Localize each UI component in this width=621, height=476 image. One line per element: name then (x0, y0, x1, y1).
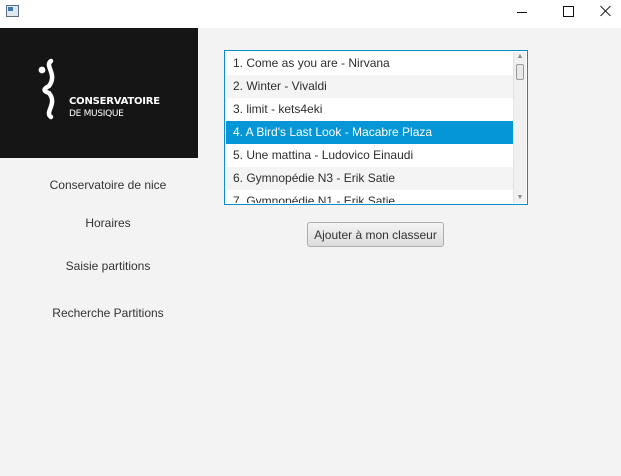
logo-subtitle: DE MUSIQUE (69, 109, 124, 119)
close-button[interactable] (591, 0, 621, 28)
nav-horaires[interactable]: Horaires (0, 214, 216, 232)
playlist-listview[interactable]: 1. Come as you are - Nirvana 2. Winter -… (224, 50, 528, 205)
playlist-item[interactable]: 5. Une mattina - Ludovico Einaudi (226, 144, 514, 167)
scroll-down-arrow-icon[interactable]: ▼ (514, 193, 526, 203)
nav-saisie-partitions[interactable]: Saisie partitions (0, 257, 216, 275)
minimize-button[interactable] (499, 0, 545, 28)
playlist-item[interactable]: 7. Gymnopédie N1 - Erik Satie (226, 190, 514, 203)
conservatoire-logo: CONSERVATOIRE DE MUSIQUE (0, 28, 198, 158)
minimize-icon (517, 11, 527, 13)
nav-recherche-partitions[interactable]: Recherche Partitions (0, 304, 216, 322)
scroll-up-arrow-icon[interactable]: ▲ (514, 52, 526, 62)
playlist-item[interactable]: 3. limit - kets4eki (226, 98, 514, 121)
playlist-item-selected[interactable]: 4. A Bird's Last Look - Macabre Plaza (226, 121, 514, 144)
title-bar (0, 0, 621, 28)
add-to-binder-button[interactable]: Ajouter à mon classeur (307, 222, 444, 247)
playlist-item[interactable]: 2. Winter - Vivaldi (226, 75, 514, 98)
playlist-items: 1. Come as you are - Nirvana 2. Winter -… (226, 52, 514, 203)
nav-conservatoire[interactable]: Conservatoire de nice (0, 176, 216, 194)
playlist-item[interactable]: 1. Come as you are - Nirvana (226, 52, 514, 75)
playlist-scrollbar[interactable]: ▲ ▼ (513, 52, 526, 203)
window-app-icon (6, 5, 19, 17)
playlist-item[interactable]: 6. Gymnopédie N3 - Erik Satie (226, 167, 514, 190)
maximize-icon (562, 5, 574, 17)
logo-title: CONSERVATOIRE (69, 96, 160, 107)
scroll-thumb[interactable] (516, 64, 524, 80)
treble-brace-logo-icon (38, 58, 55, 120)
close-icon (600, 5, 612, 17)
maximize-button[interactable] (545, 0, 591, 28)
